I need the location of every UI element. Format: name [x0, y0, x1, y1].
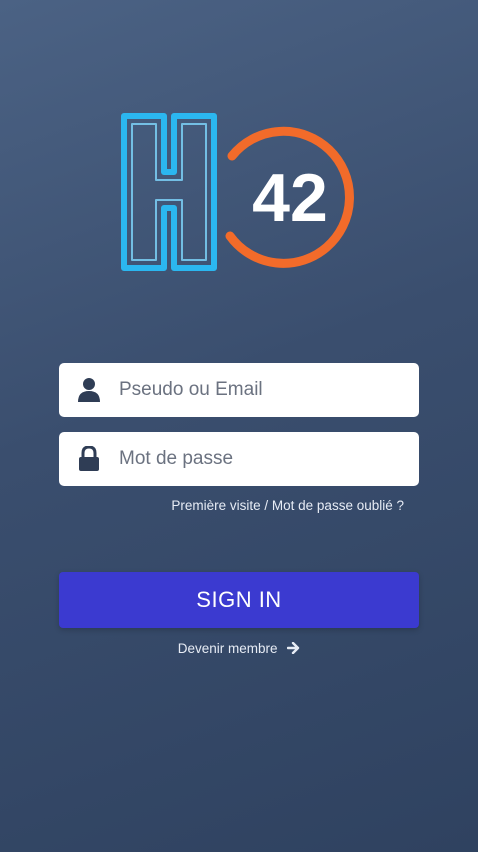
logo-letter-h: [121, 113, 217, 271]
password-field[interactable]: [59, 432, 419, 486]
forgot-password-link[interactable]: Première visite / Mot de passe oublié ?: [171, 498, 404, 513]
logo-number: 42: [252, 160, 328, 236]
h42-logo: 42: [121, 113, 354, 271]
lock-icon: [59, 432, 119, 486]
sign-in-button[interactable]: SIGN IN: [59, 572, 419, 628]
arrow-right-icon: [287, 641, 300, 657]
user-icon: [59, 363, 119, 417]
become-member-label: Devenir membre: [177, 641, 278, 656]
password-input[interactable]: [119, 432, 419, 486]
become-member-link[interactable]: Devenir membre: [0, 641, 478, 657]
username-field[interactable]: [59, 363, 419, 417]
username-input[interactable]: [119, 363, 419, 417]
